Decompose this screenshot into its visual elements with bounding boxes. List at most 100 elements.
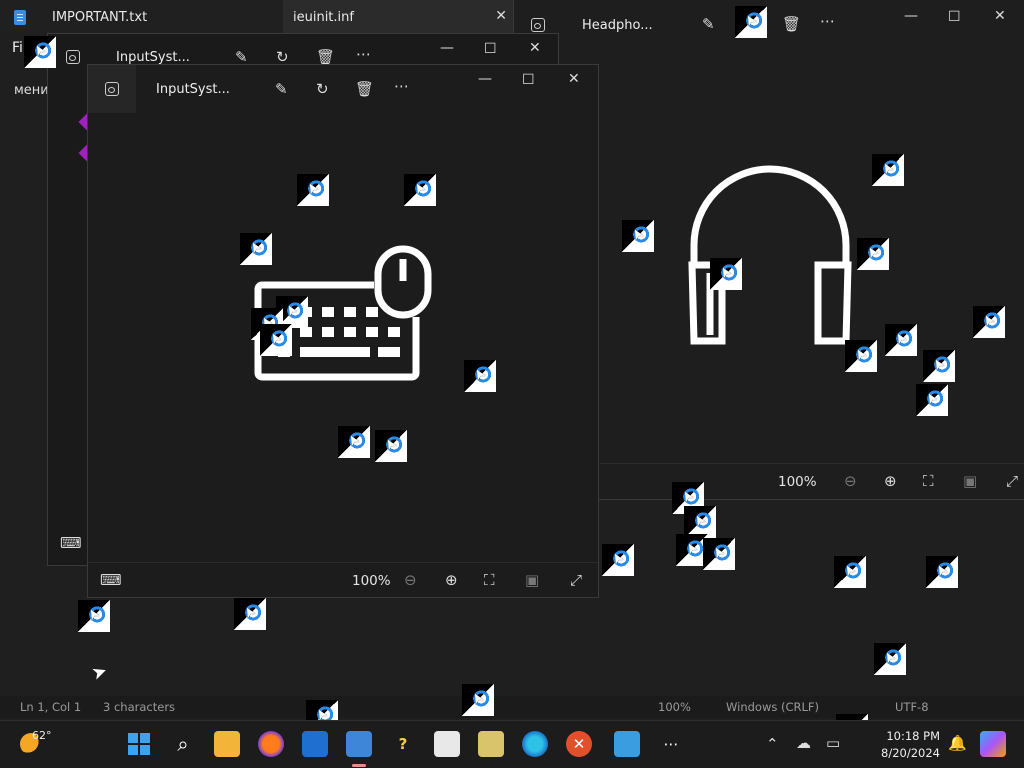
headphones-icon xyxy=(688,165,852,345)
close-tab-icon[interactable]: ✕ xyxy=(495,8,507,24)
gallery-panel-button[interactable] xyxy=(88,65,136,113)
zoom-level: 100% xyxy=(778,474,817,490)
keyboard-icon[interactable]: ⌨ xyxy=(60,534,82,552)
cursor-sprite xyxy=(602,544,634,576)
zoom-out-icon[interactable]: ⊖ xyxy=(844,472,857,490)
fit-icon[interactable]: ⛶ xyxy=(484,571,495,589)
photos-icon[interactable] xyxy=(302,731,328,757)
more-icon[interactable]: ⋯ xyxy=(820,12,835,30)
start-button[interactable] xyxy=(126,731,152,757)
tab-important[interactable]: IMPORTANT.txt xyxy=(0,0,283,34)
cursor-sprite xyxy=(857,238,889,270)
cursor-sprite xyxy=(735,6,767,38)
cursor-sprite xyxy=(872,154,904,186)
delete-icon[interactable]: 🗑 xyxy=(782,15,801,33)
notepad-icon[interactable] xyxy=(614,731,640,757)
keyboard-icon[interactable]: ⌨ xyxy=(100,571,122,589)
tab-label: ieuinit.inf xyxy=(293,9,354,25)
cursor-sprite xyxy=(404,174,436,206)
cursor-sprite xyxy=(923,350,955,382)
edge-icon[interactable] xyxy=(522,731,548,757)
clock-date[interactable]: 8/20/2024 xyxy=(876,746,940,760)
cursor-sprite xyxy=(24,36,56,68)
gallery-icon[interactable] xyxy=(531,18,545,32)
zoom-out-icon[interactable]: ⊖ xyxy=(404,571,417,589)
cursor-sprite xyxy=(78,600,110,632)
actual-size-icon[interactable]: ▣ xyxy=(963,472,977,490)
tab-label: IMPORTANT.txt xyxy=(52,9,148,25)
notepad-tabbar: IMPORTANT.txt ieuinit.inf ✕ xyxy=(0,0,520,34)
cursor-sprite xyxy=(375,430,407,462)
fullscreen-icon[interactable]: ⤢ xyxy=(570,571,582,589)
zoom-in-icon[interactable]: ⊕ xyxy=(445,571,458,589)
firefox-icon[interactable] xyxy=(258,731,284,757)
delete-icon[interactable]: 🗑 xyxy=(355,80,374,98)
close-button[interactable]: ✕ xyxy=(529,40,541,56)
actual-size-icon[interactable]: ▣ xyxy=(525,571,539,589)
more-apps-icon[interactable]: ⋯ xyxy=(658,731,684,757)
help-icon[interactable]: ? xyxy=(390,731,416,757)
photos-window-input-front: InputSyst... ✎ ↻ 🗑 ⋯ — ☐ ✕ ⌨ 100% ⊖ ⊕ ⛶ … xyxy=(87,64,599,598)
zoom-in-icon[interactable]: ⊕ xyxy=(884,472,897,490)
fit-icon[interactable]: ⛶ xyxy=(923,472,934,490)
notepad-text[interactable]: мени xyxy=(14,83,49,98)
gallery-icon[interactable] xyxy=(66,50,80,64)
minimize-button[interactable]: — xyxy=(440,40,454,56)
more-icon[interactable]: ⋯ xyxy=(394,77,409,95)
cursor-sprite xyxy=(703,538,735,570)
cursor-sprite xyxy=(874,643,906,675)
viewer-toolbar: 100% ⊖ ⊕ ⛶ ▣ ⤢ xyxy=(600,463,1024,499)
cloud-icon[interactable]: ☁ xyxy=(796,734,811,752)
cursor-sprite xyxy=(916,384,948,416)
close-button[interactable]: ✕ xyxy=(994,8,1006,24)
active-indicator xyxy=(352,764,366,767)
notification-bell-icon[interactable]: 🔔 xyxy=(948,734,967,752)
app-folder-icon[interactable] xyxy=(478,731,504,757)
edit-icon[interactable]: ✎ xyxy=(702,15,715,33)
taskbar: 62° ⌕ ? ✕ ⋯ ⌃ ☁ ▭ 10:18 PM 8/20/2024 🔔 xyxy=(0,720,1024,768)
cursor-sprite xyxy=(622,220,654,252)
maximize-button[interactable]: ☐ xyxy=(522,72,535,88)
zoom-level: 100% xyxy=(352,573,391,589)
search-icon[interactable]: ⌕ xyxy=(170,731,196,757)
network-icon[interactable]: ▭ xyxy=(826,734,840,752)
cursor-sprite xyxy=(845,340,877,372)
status-encoding: UTF-8 xyxy=(895,700,929,714)
cursor-sprite xyxy=(926,556,958,588)
maximize-button[interactable]: ☐ xyxy=(948,9,961,25)
app-window-icon[interactable] xyxy=(434,731,460,757)
clock-time[interactable]: 10:18 PM xyxy=(876,729,940,743)
viewer-toolbar: ⌨ 100% ⊖ ⊕ ⛶ ▣ ⤢ xyxy=(88,562,598,598)
tab-ieuinit[interactable]: ieuinit.inf ✕ xyxy=(283,0,515,34)
photos-active-icon[interactable] xyxy=(346,731,372,757)
notepad-doc-icon xyxy=(14,9,26,25)
edit-icon[interactable]: ✎ xyxy=(275,80,288,98)
status-eol: Windows (CRLF) xyxy=(726,700,820,714)
weather-temp: 62° xyxy=(32,729,52,742)
cursor-sprite xyxy=(464,360,496,392)
copilot-icon[interactable] xyxy=(980,731,1006,757)
cursor-sprite xyxy=(338,426,370,458)
status-position: Ln 1, Col 1 xyxy=(20,700,82,714)
cursor-sprite xyxy=(234,598,266,630)
minimize-button[interactable]: — xyxy=(904,8,918,24)
minimize-button[interactable]: — xyxy=(478,71,492,87)
close-button[interactable]: ✕ xyxy=(568,71,580,87)
status-chars: 3 characters xyxy=(103,700,176,714)
more-icon[interactable]: ⋯ xyxy=(356,45,371,63)
cursor-sprite xyxy=(710,258,742,290)
cursor-sprite xyxy=(885,324,917,356)
fullscreen-icon[interactable]: ⤢ xyxy=(1006,472,1018,490)
rotate-icon[interactable]: ↻ xyxy=(316,80,329,98)
file-explorer-icon[interactable] xyxy=(214,731,240,757)
cursor-sprite xyxy=(260,324,292,356)
maximize-button[interactable]: ☐ xyxy=(484,41,497,57)
chevron-up-icon[interactable]: ⌃ xyxy=(766,735,779,753)
cursor-sprite xyxy=(834,556,866,588)
error-app-icon[interactable]: ✕ xyxy=(566,731,592,757)
window-title: Headpho... xyxy=(582,18,653,33)
windows-icon xyxy=(128,733,150,755)
status-zoom: 100% xyxy=(658,700,691,714)
gallery-icon xyxy=(105,82,119,96)
cursor-sprite xyxy=(973,306,1005,338)
